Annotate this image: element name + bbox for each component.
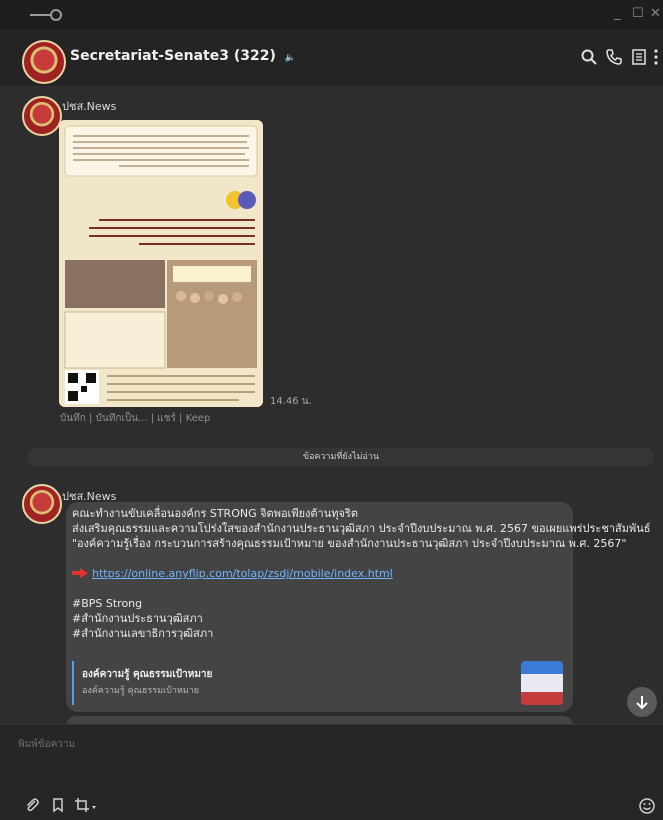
search-icon[interactable] <box>580 48 598 66</box>
text-message-bubble[interactable]: คณะทำงานขับเคลื่อนองค์กร STRONG จิตพอเพี… <box>66 502 650 712</box>
link-preview-title: องค์ความรู้ คุณธรรมเป้าหมาย <box>82 669 213 680</box>
sender-name: ปชส.News <box>62 100 117 113</box>
infographic-image <box>59 120 263 407</box>
image-actions[interactable]: บันทึก | บันทึกเป็น... | แชร์ | Keep <box>60 411 210 426</box>
link-preview[interactable]: องค์ความรู้ คุณธรรมเป้าหมาย องค์ความรู้ … <box>72 661 567 705</box>
emoji-icon[interactable] <box>638 797 656 815</box>
chat-title-text: Secretariat-Senate3 (322) <box>70 48 276 64</box>
message-input-placeholder[interactable]: พิมพ์ข้อความ <box>18 737 75 752</box>
message-text: คณะทำงานขับเคลื่อนองค์กร STRONG จิตพอเพี… <box>72 506 650 641</box>
sender-avatar[interactable] <box>22 96 62 136</box>
more-options-icon[interactable] <box>652 48 660 66</box>
paperclip-icon[interactable] <box>24 797 40 813</box>
sender-avatar[interactable] <box>22 484 62 524</box>
red-arrow-icon <box>72 568 88 578</box>
notes-icon[interactable] <box>630 48 648 66</box>
transparency-slider-track[interactable] <box>30 14 52 16</box>
arrow-down-icon <box>636 696 648 710</box>
message-line: คณะทำงานขับเคลื่อนองค์กร STRONG จิตพอเพี… <box>72 507 358 520</box>
screenshot-crop-icon[interactable] <box>74 797 98 813</box>
next-message-bubble[interactable] <box>66 716 573 724</box>
chat-header: Secretariat-Senate3 (322) 🔈 <box>0 30 663 86</box>
hashtag[interactable]: #สำนักงานเลขาธิการวุฒิสภา <box>72 626 650 641</box>
message-line: ส่งเสริมคุณธรรมและความโปร่งใสของสำนักงาน… <box>72 522 651 535</box>
mute-icon: 🔈 <box>284 53 296 63</box>
maximize-button[interactable]: ☐ <box>632 6 644 21</box>
transparency-slider-knob[interactable] <box>50 9 62 21</box>
chat-title: Secretariat-Senate3 (322) 🔈 <box>70 48 296 64</box>
message-line: "องค์ความรู้เรื่อง กระบวนการสร้างคุณธรรม… <box>72 537 627 550</box>
unread-divider: ข้อความที่ยังไม่อ่าน <box>28 448 654 466</box>
anyflip-link[interactable]: https://online.anyflip.com/tolap/zsdj/mo… <box>92 567 393 580</box>
message-feed[interactable]: ปชส.News 14.46 น. บันทึก | บันทึกเป็น...… <box>0 86 663 724</box>
link-preview-subtitle: องค์ความรู้ คุณธรรมเป้าหมาย <box>82 686 200 696</box>
message-composer[interactable]: พิมพ์ข้อความ <box>0 724 663 820</box>
hashtag[interactable]: #สำนักงานประธานวุฒิสภา <box>72 611 650 626</box>
phone-call-icon[interactable] <box>605 48 623 66</box>
close-button[interactable]: ✕ <box>650 6 661 21</box>
scroll-to-bottom-button[interactable] <box>627 687 657 717</box>
link-preview-thumbnail <box>521 661 563 705</box>
image-message[interactable] <box>59 120 263 407</box>
hashtag[interactable]: #BPS Strong <box>72 596 650 611</box>
message-timestamp: 14.46 น. <box>270 396 312 407</box>
bookmark-icon[interactable] <box>50 797 66 813</box>
window-titlebar: _ ☐ ✕ <box>0 0 663 30</box>
group-avatar[interactable] <box>22 40 66 84</box>
minimize-button[interactable]: _ <box>614 6 621 21</box>
